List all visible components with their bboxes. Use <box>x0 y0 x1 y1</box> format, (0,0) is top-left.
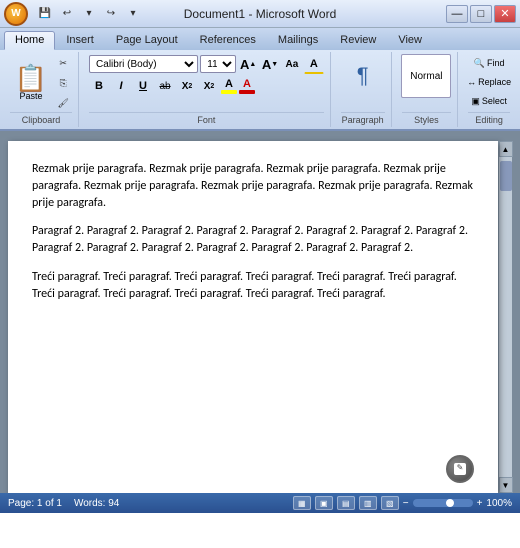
clipboard-group-content: 📋 Paste ✂ ⎘ 🖌 <box>10 54 72 112</box>
cut-btn[interactable]: ✂ <box>54 54 72 72</box>
styles-group: Normal Styles <box>396 52 459 127</box>
superscript-btn[interactable]: X2 <box>199 76 219 96</box>
subscript-btn[interactable]: X2 <box>177 76 197 96</box>
maximize-btn[interactable]: □ <box>470 5 492 23</box>
tab-home[interactable]: Home <box>4 31 55 50</box>
zoom-minus-btn[interactable]: − <box>403 498 409 509</box>
styles-group-label: Styles <box>402 112 452 125</box>
editing-group-label: Editing <box>468 112 510 125</box>
view-draft-btn[interactable]: ▧ <box>381 496 399 510</box>
title-bar-left: W 💾 ↩ ▾ ↪ ▾ <box>4 2 142 26</box>
tab-insert[interactable]: Insert <box>55 31 105 50</box>
document-scrollbar: ▲ ▼ <box>498 141 512 493</box>
status-right: ▦ ▣ ▤ ▥ ▧ − + 100% <box>293 496 512 510</box>
page-info: Page: 1 of 1 <box>8 498 62 509</box>
zoom-slider[interactable] <box>413 499 473 507</box>
office-button[interactable]: W <box>4 2 28 26</box>
bold-btn[interactable]: B <box>89 76 109 96</box>
view-print-btn[interactable]: ▦ <box>293 496 311 510</box>
zoom-plus-btn[interactable]: + <box>477 498 483 509</box>
find-label: Find <box>487 58 505 68</box>
shrink-font-btn[interactable]: A▼ <box>260 54 280 74</box>
copy-btn[interactable]: ⎘ <box>54 74 72 92</box>
styles-normal-label: Normal <box>410 71 442 82</box>
font-row2: B I U ab X2 X2 A A <box>89 76 324 96</box>
undo-btn[interactable]: ↩ <box>58 5 76 23</box>
paragraph-btn[interactable]: ¶ <box>341 54 385 98</box>
smart-tag-icon[interactable]: ✎ <box>446 455 474 483</box>
paragraph-group-content: ¶ <box>341 54 385 98</box>
tab-mailings[interactable]: Mailings <box>267 31 329 50</box>
undo-dropdown-btn[interactable]: ▾ <box>80 5 98 23</box>
styles-content: Normal <box>401 54 451 98</box>
paragraph-1: Rezmak prije paragrafa. Rezmak prije par… <box>32 161 474 211</box>
close-btn[interactable]: ✕ <box>494 5 516 23</box>
replace-label: Replace <box>478 77 511 87</box>
title-bar: W 💾 ↩ ▾ ↪ ▾ Document1 - Microsoft Word —… <box>0 0 520 28</box>
clipboard-group-label: Clipboard <box>10 112 72 125</box>
italic-btn[interactable]: I <box>111 76 131 96</box>
view-full-btn[interactable]: ▣ <box>315 496 333 510</box>
title-bar-controls: — □ ✕ <box>446 5 516 23</box>
text-highlight-btn[interactable]: A <box>221 78 237 94</box>
paragraph-group: ¶ Paragraph <box>335 52 392 127</box>
view-outline-btn[interactable]: ▥ <box>359 496 377 510</box>
font-color-btn[interactable]: A <box>239 78 255 94</box>
change-case-btn[interactable]: Aa <box>282 54 302 74</box>
ribbon-tabs: Home Insert Page Layout References Maili… <box>0 28 520 50</box>
document-page[interactable]: Rezmak prije paragrafa. Rezmak prije par… <box>8 141 498 493</box>
zoom-level: 100% <box>486 498 512 509</box>
paragraph-2: Paragraf 2. Paragraf 2. Paragraf 2. Para… <box>32 223 474 257</box>
replace-btn[interactable]: ↔ Replace <box>468 73 510 91</box>
font-group-label: Font <box>89 112 324 125</box>
ribbon-body: 📋 Paste ✂ ⎘ 🖌 Clipboard Calibri (Body) 1… <box>0 50 520 131</box>
paste-icon: 📋 <box>15 65 47 91</box>
title-bar-title: Document1 - Microsoft Word <box>184 7 337 21</box>
tab-view[interactable]: View <box>387 31 433 50</box>
grow-font-btn[interactable]: A▲ <box>238 54 258 74</box>
customize-quick-access-btn[interactable]: ▾ <box>124 5 142 23</box>
font-size-select[interactable]: 11 <box>200 55 236 73</box>
smart-tag-inner: ✎ <box>454 463 466 475</box>
tab-review[interactable]: Review <box>329 31 387 50</box>
zoom-thumb <box>446 499 454 507</box>
strikethrough-btn[interactable]: ab <box>155 76 175 96</box>
paragraph-group-label: Paragraph <box>341 112 385 125</box>
scroll-down-btn[interactable]: ▼ <box>499 477 513 493</box>
document-area: Rezmak prije paragrafa. Rezmak prije par… <box>0 131 520 493</box>
status-left: Page: 1 of 1 Words: 94 <box>8 498 119 509</box>
font-group: Calibri (Body) 11 A▲ A▼ Aa A B I U ab X2… <box>83 52 331 127</box>
word-count: Words: 94 <box>74 498 119 509</box>
replace-icon: ↔ <box>467 77 476 87</box>
find-icon: 🔍 <box>474 58 485 69</box>
paste-label: Paste <box>20 91 43 101</box>
minimize-btn[interactable]: — <box>446 5 468 23</box>
editing-content: 🔍 Find ↔ Replace ▣ Select <box>468 54 510 110</box>
scroll-up-btn[interactable]: ▲ <box>499 141 513 157</box>
clear-formatting-btn[interactable]: A <box>304 54 324 74</box>
editing-group: 🔍 Find ↔ Replace ▣ Select Editing <box>462 52 516 127</box>
save-quick-btn[interactable]: 💾 <box>36 5 54 23</box>
font-group-content: Calibri (Body) 11 A▲ A▼ Aa A B I U ab X2… <box>89 54 324 96</box>
status-bar: Page: 1 of 1 Words: 94 ▦ ▣ ▤ ▥ ▧ − + 100… <box>0 493 520 513</box>
find-btn[interactable]: 🔍 Find <box>468 54 510 72</box>
view-web-btn[interactable]: ▤ <box>337 496 355 510</box>
select-label: Select <box>482 96 507 106</box>
select-btn[interactable]: ▣ Select <box>468 92 510 110</box>
paste-button[interactable]: 📋 Paste <box>10 62 52 104</box>
clipboard-group: 📋 Paste ✂ ⎘ 🖌 Clipboard <box>4 52 79 127</box>
font-name-select[interactable]: Calibri (Body) <box>89 55 198 73</box>
redo-btn[interactable]: ↪ <box>102 5 120 23</box>
styles-normal-btn[interactable]: Normal <box>401 54 451 98</box>
tab-page-layout[interactable]: Page Layout <box>105 31 189 50</box>
paragraph-icon: ¶ <box>357 63 369 89</box>
scroll-thumb[interactable] <box>500 161 512 191</box>
format-painter-btn[interactable]: 🖌 <box>54 94 72 112</box>
select-icon: ▣ <box>471 96 480 107</box>
font-row1: Calibri (Body) 11 A▲ A▼ Aa A <box>89 54 324 74</box>
tab-references[interactable]: References <box>189 31 267 50</box>
underline-btn[interactable]: U <box>133 76 153 96</box>
clipboard-small-btns: ✂ ⎘ 🖌 <box>54 54 72 112</box>
paragraph-3: Treći paragraf. Treći paragraf. Treći pa… <box>32 269 474 303</box>
